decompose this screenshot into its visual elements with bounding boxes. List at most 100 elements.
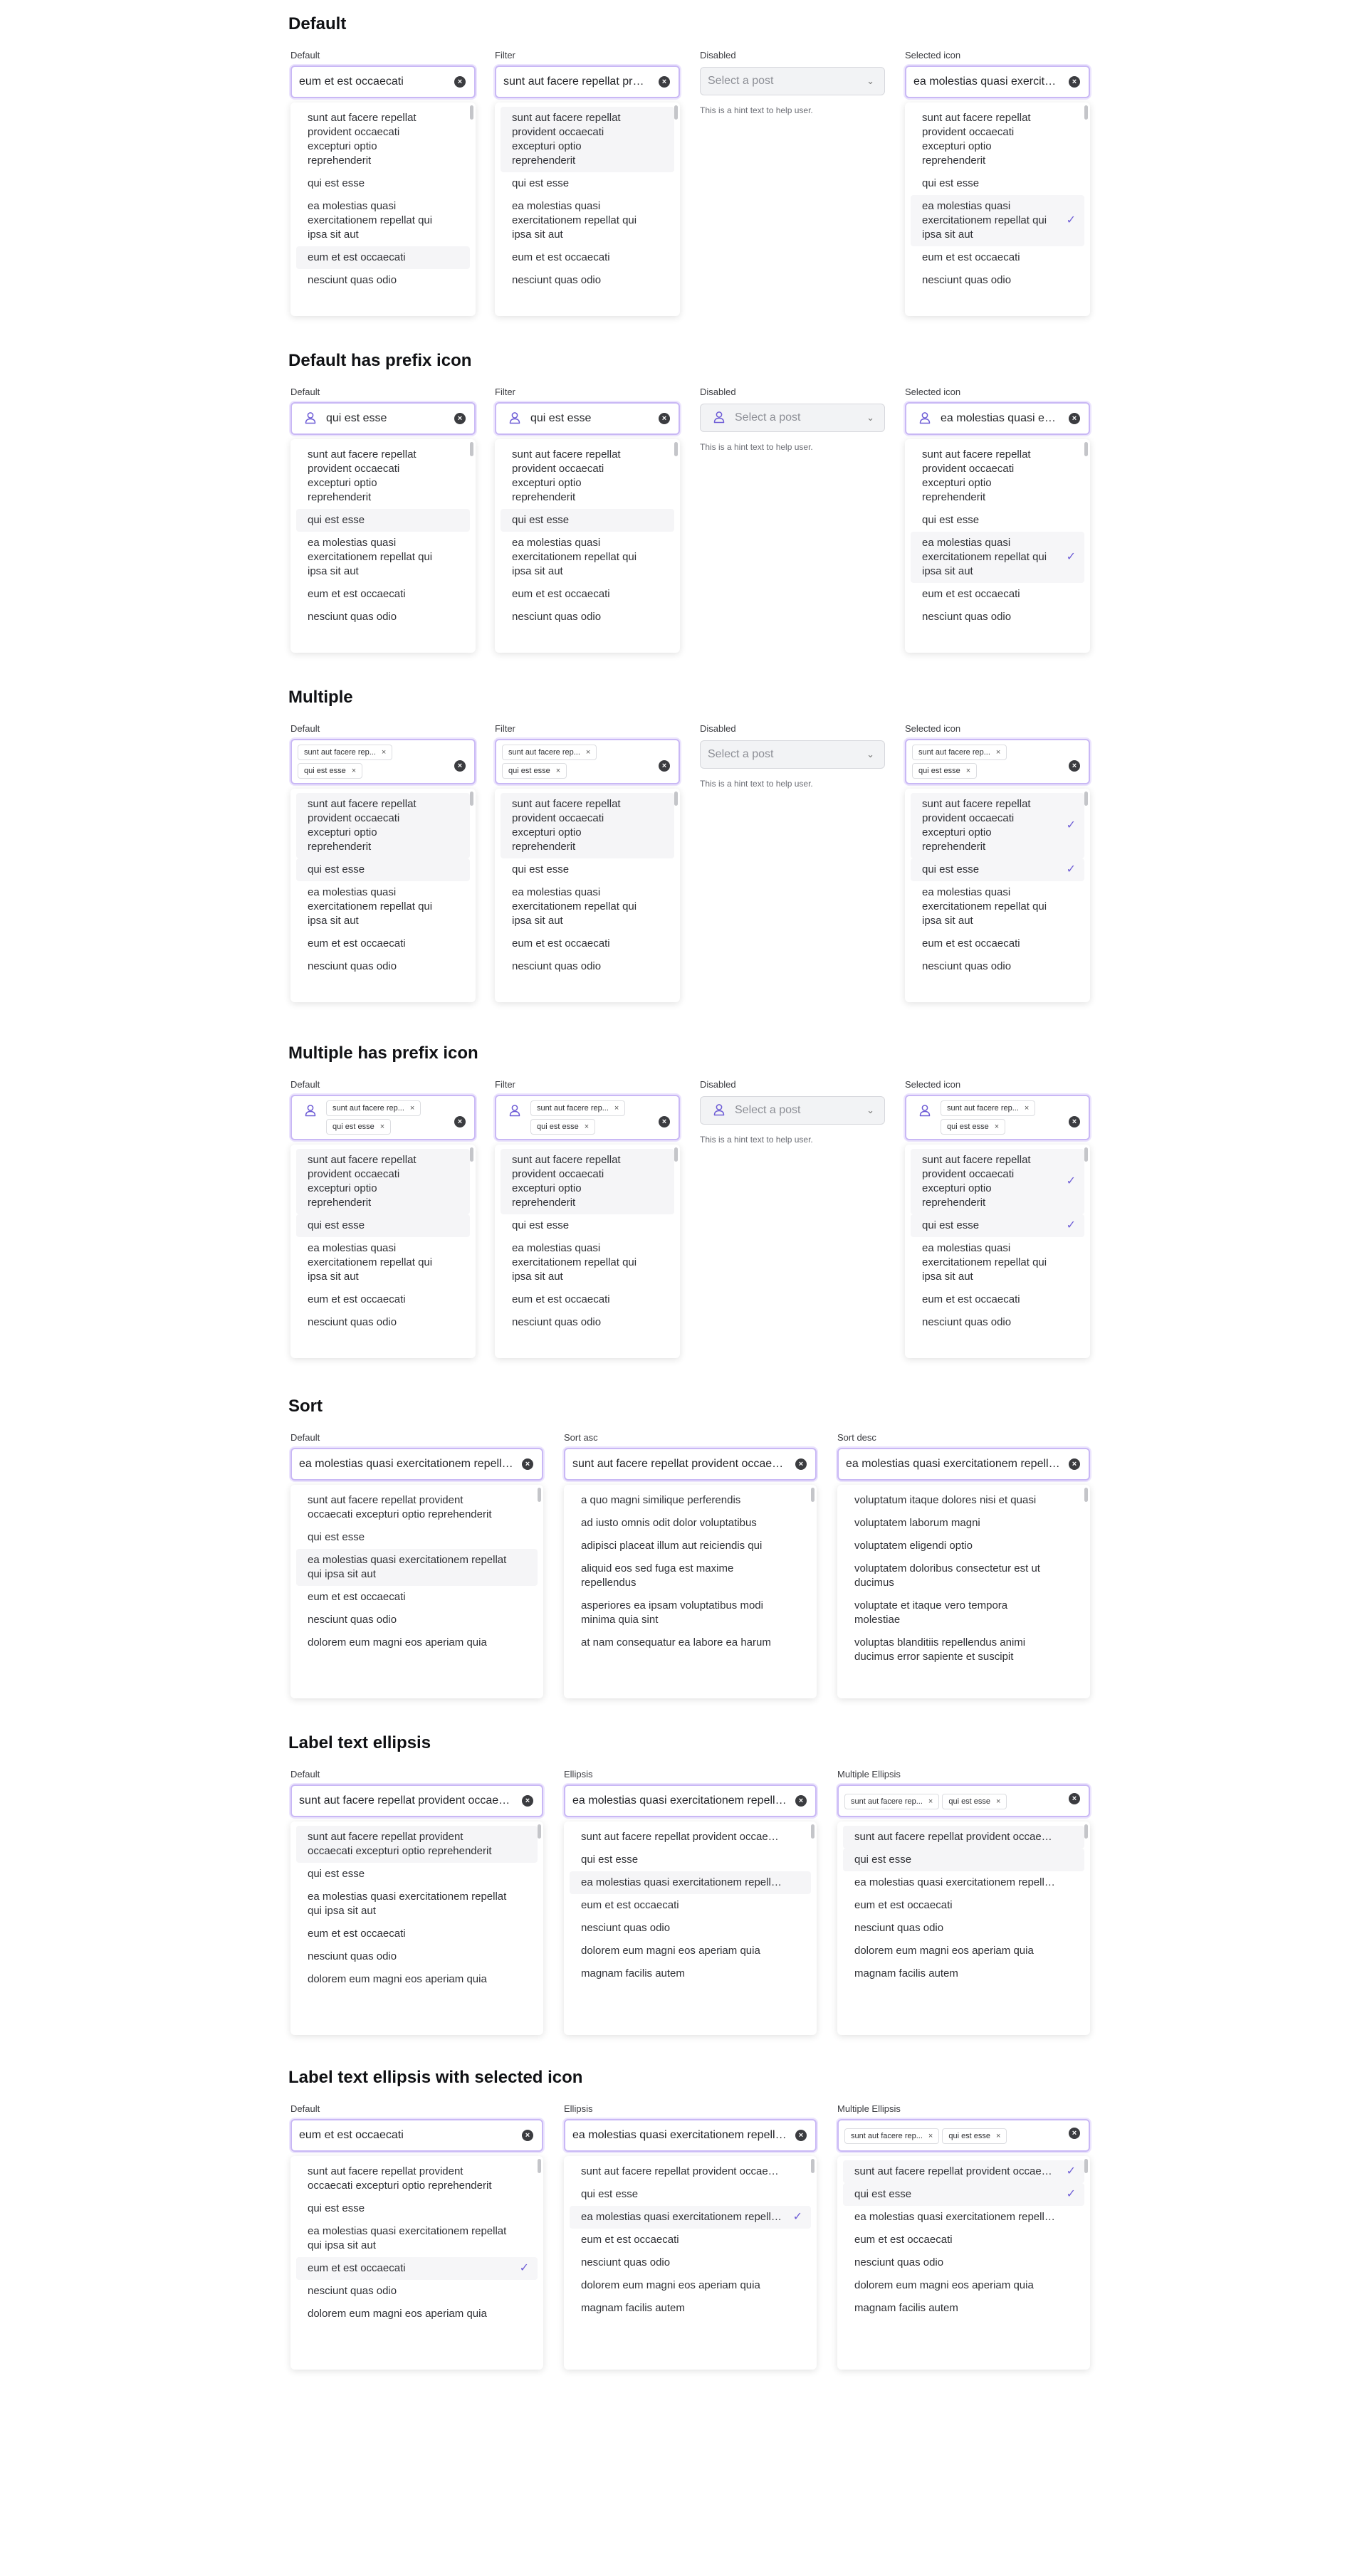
- option-item[interactable]: a quo magni similique perferendis: [570, 1489, 811, 1512]
- multi-select-input[interactable]: sunt aut facere rep... × qui est esse × ×: [837, 1784, 1090, 1817]
- option-item[interactable]: voluptatem doloribus consectetur est ut …: [843, 1557, 1084, 1594]
- option-item[interactable]: ea molestias quasi exercitationem repell…: [501, 532, 674, 583]
- scrollbar[interactable]: [470, 105, 473, 120]
- option-item[interactable]: sunt aut facere repellat provident occae…: [296, 1149, 470, 1214]
- clear-icon[interactable]: ×: [1069, 413, 1080, 424]
- option-item[interactable]: ea molestias quasi exercitationem repell…: [501, 1237, 674, 1288]
- option-item[interactable]: ea molestias quasi exercitationem repell…: [911, 881, 1084, 932]
- option-item[interactable]: qui est esse: [296, 172, 470, 195]
- select-input[interactable]: ea molestias quasi exercitationem repell…: [564, 1784, 817, 1817]
- scrollbar[interactable]: [538, 1488, 541, 1502]
- select-input[interactable]: ea molestias quasi exercitationem repell…: [290, 1448, 543, 1481]
- option-item[interactable]: asperiores ea ipsam voluptatibus modi mi…: [570, 1594, 811, 1631]
- select-input[interactable]: qui est esse ×: [495, 402, 680, 435]
- scrollbar[interactable]: [674, 792, 678, 806]
- option-item[interactable]: dolorem eum magni eos aperiam quia: [570, 1940, 811, 1962]
- option-item[interactable]: eum et est occaecati: [296, 1288, 470, 1311]
- option-item[interactable]: sunt aut facere repellat provident occae…: [911, 793, 1084, 858]
- option-item[interactable]: qui est esse ✓: [911, 1214, 1084, 1237]
- clear-icon[interactable]: ×: [659, 1116, 670, 1127]
- option-item[interactable]: nesciunt quas odio: [911, 269, 1084, 292]
- option-item[interactable]: sunt aut facere repellat provident occae…: [296, 107, 470, 172]
- option-item[interactable]: nesciunt quas odio: [296, 955, 470, 978]
- option-item[interactable]: sunt aut facere repellat provident occae…: [296, 2160, 538, 2197]
- clear-icon[interactable]: ×: [795, 1458, 807, 1470]
- clear-icon[interactable]: ×: [454, 760, 466, 772]
- option-item[interactable]: ea molestias quasi exercitationem repell…: [501, 195, 674, 246]
- option-item[interactable]: eum et est occaecati: [501, 246, 674, 269]
- tag-remove-icon[interactable]: ×: [586, 748, 590, 757]
- clear-icon[interactable]: ×: [1069, 2128, 1080, 2139]
- select-input[interactable]: sunt aut facere repellat provident occae…: [495, 65, 680, 98]
- option-item[interactable]: sunt aut facere repellat provident occae…: [911, 107, 1084, 172]
- option-item[interactable]: voluptate et itaque vero tempora molesti…: [843, 1594, 1084, 1631]
- option-item[interactable]: sunt aut facere repellat provident occae…: [296, 1489, 538, 1526]
- option-item[interactable]: qui est esse: [501, 509, 674, 532]
- tag-remove-icon[interactable]: ×: [556, 767, 560, 775]
- clear-icon[interactable]: ×: [1069, 1793, 1080, 1804]
- option-item[interactable]: dolorem eum magni eos aperiam quia: [296, 1631, 538, 1654]
- multi-select-input[interactable]: sunt aut facere rep... × qui est esse × ×: [837, 2119, 1090, 2152]
- option-item[interactable]: nesciunt quas odio: [911, 1311, 1084, 1334]
- option-item[interactable]: eum et est occaecati ✓: [296, 2257, 538, 2280]
- clear-icon[interactable]: ×: [454, 413, 466, 424]
- tag-remove-icon[interactable]: ×: [585, 1123, 589, 1131]
- option-item[interactable]: eum et est occaecati: [911, 932, 1084, 955]
- option-item[interactable]: ea molestias quasi exercitationem repell…: [911, 532, 1084, 583]
- tag-remove-icon[interactable]: ×: [380, 1123, 384, 1131]
- option-item[interactable]: ea molestias quasi exercitationem repell…: [911, 195, 1084, 246]
- option-item[interactable]: qui est esse: [296, 1863, 538, 1886]
- option-item[interactable]: qui est esse: [501, 1214, 674, 1237]
- option-item[interactable]: ad iusto omnis odit dolor voluptatibus: [570, 1512, 811, 1535]
- option-item[interactable]: qui est esse: [570, 2183, 811, 2206]
- select-input[interactable]: sunt aut facere repellat provident occae…: [564, 1448, 817, 1481]
- option-item[interactable]: adipisci placeat illum aut reiciendis qu…: [570, 1535, 811, 1557]
- option-item[interactable]: qui est esse: [843, 1849, 1084, 1871]
- tag-remove-icon[interactable]: ×: [966, 767, 970, 775]
- scrollbar[interactable]: [1084, 2159, 1088, 2173]
- option-item[interactable]: qui est esse ✓: [843, 2183, 1084, 2206]
- option-item[interactable]: ea molestias quasi exercitationem repell…: [296, 2220, 538, 2257]
- option-item[interactable]: ea molestias quasi exercitationem repell…: [501, 881, 674, 932]
- scrollbar[interactable]: [470, 792, 473, 806]
- option-item[interactable]: magnam facilis autem: [570, 2297, 811, 2320]
- option-item[interactable]: eum et est occaecati: [911, 246, 1084, 269]
- option-item[interactable]: at nam consequatur ea labore ea harum: [570, 1631, 811, 1654]
- option-item[interactable]: voluptatem eligendi optio: [843, 1535, 1084, 1557]
- select-input[interactable]: eum et est occaecati ×: [290, 2119, 543, 2152]
- option-item[interactable]: qui est esse: [911, 172, 1084, 195]
- clear-icon[interactable]: ×: [659, 760, 670, 772]
- clear-icon[interactable]: ×: [795, 2130, 807, 2141]
- option-item[interactable]: ea molestias quasi exercitationem repell…: [911, 1237, 1084, 1288]
- select-input[interactable]: qui est esse ×: [290, 402, 476, 435]
- option-item[interactable]: eum et est occaecati: [501, 932, 674, 955]
- clear-icon[interactable]: ×: [659, 76, 670, 88]
- select-input[interactable]: ea molestias quasi exercitationem repell…: [905, 65, 1090, 98]
- option-item[interactable]: nesciunt quas odio: [911, 606, 1084, 629]
- scrollbar[interactable]: [538, 1824, 541, 1839]
- option-item[interactable]: qui est esse: [501, 858, 674, 881]
- option-item[interactable]: nesciunt quas odio: [501, 1311, 674, 1334]
- option-item[interactable]: sunt aut facere repellat provident occae…: [501, 793, 674, 858]
- scrollbar[interactable]: [811, 2159, 815, 2173]
- option-item[interactable]: eum et est occaecati: [296, 583, 470, 606]
- multi-select-input[interactable]: sunt aut facere rep... × qui est esse × ×: [290, 739, 476, 784]
- multi-select-input[interactable]: sunt aut facere rep... × qui est esse × ×: [905, 739, 1090, 784]
- scrollbar[interactable]: [1084, 1147, 1088, 1162]
- option-item[interactable]: voluptas blanditiis repellendus animi du…: [843, 1631, 1084, 1668]
- option-item[interactable]: dolorem eum magni eos aperiam quia: [843, 2274, 1084, 2297]
- option-item[interactable]: eum et est occaecati: [843, 2229, 1084, 2251]
- option-item[interactable]: eum et est occaecati: [501, 1288, 674, 1311]
- option-item[interactable]: nesciunt quas odio: [843, 2251, 1084, 2274]
- option-item[interactable]: qui est esse: [501, 172, 674, 195]
- tag-remove-icon[interactable]: ×: [1025, 1104, 1029, 1113]
- multi-select-input[interactable]: sunt aut facere rep... × qui est esse × ×: [495, 739, 680, 784]
- option-item[interactable]: eum et est occaecati: [911, 1288, 1084, 1311]
- option-item[interactable]: magnam facilis autem: [843, 1962, 1084, 1985]
- option-item[interactable]: ea molestias quasi exercitationem repell…: [570, 1871, 811, 1894]
- option-item[interactable]: nesciunt quas odio: [501, 955, 674, 978]
- option-item[interactable]: sunt aut facere repellat provident occae…: [501, 443, 674, 509]
- option-item[interactable]: nesciunt quas odio: [570, 1917, 811, 1940]
- multi-select-input[interactable]: sunt aut facere rep... × qui est esse × ×: [905, 1095, 1090, 1140]
- select-input[interactable]: ea molestias quasi exercitationem repell…: [837, 1448, 1090, 1481]
